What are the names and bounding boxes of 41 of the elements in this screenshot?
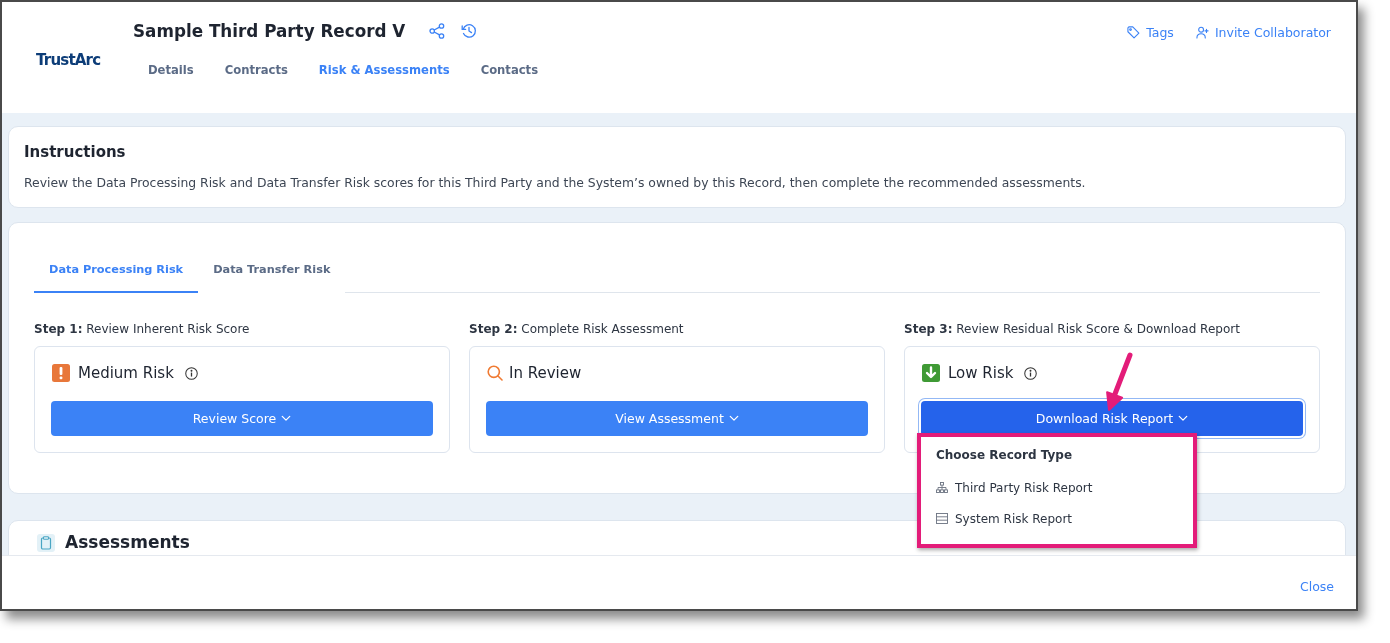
search-icon <box>487 365 503 381</box>
nav-tab[interactable]: Risk & Assessments <box>318 63 450 77</box>
dropdown-button[interactable]: Download Risk Report <box>921 401 1303 436</box>
nav-tab[interactable]: Details <box>148 63 194 77</box>
nav-tab[interactable]: Contracts <box>224 63 288 77</box>
menu-heading: Choose Record Type <box>936 447 1073 463</box>
step-heading: Step 1: Review Inherent Risk Score <box>34 321 251 337</box>
risk-tab[interactable]: Data Processing Risk <box>34 247 199 293</box>
menu-item[interactable]: System Risk Report <box>936 503 1073 534</box>
logo: TrustArc <box>36 51 101 69</box>
chevron-down-icon <box>728 415 739 422</box>
risk-tab[interactable]: Data Transfer Risk <box>198 247 346 293</box>
list-icon <box>936 513 948 524</box>
invite-collaborator-link[interactable]: Invite Collaborator <box>1195 23 1331 41</box>
tag-icon <box>1127 25 1141 39</box>
chevron-down-icon <box>1178 415 1189 422</box>
hierarchy-icon <box>936 482 948 493</box>
risk-status: Low Risk <box>948 364 1014 382</box>
nav-tab[interactable]: Contacts <box>480 63 539 77</box>
dropdown-button[interactable]: Review Score <box>51 401 433 436</box>
info-icon[interactable] <box>1024 366 1038 380</box>
add-user-icon <box>1195 25 1209 39</box>
share-icon[interactable] <box>429 23 446 39</box>
down-arrow-icon <box>922 364 940 382</box>
risk-status: In Review <box>509 364 582 382</box>
info-icon[interactable] <box>184 366 198 380</box>
step-heading: Step 2: Complete Risk Assessment <box>469 321 685 337</box>
close-link[interactable]: Close <box>1299 579 1334 594</box>
menu-item[interactable]: Third Party Risk Report <box>936 472 1093 503</box>
chevron-down-icon <box>281 415 292 422</box>
dropdown-button[interactable]: View Assessment <box>486 401 868 436</box>
clipboard-icon <box>37 534 55 552</box>
risk-status: Medium Risk <box>78 364 174 382</box>
instructions-text: Review the Data Processing Risk and Data Transfer Risk scores for this Third Party and the System’s owned by this Record, then complete the recommended assessments. <box>24 175 1087 191</box>
record-title: Sample Third Party Record V <box>133 21 406 41</box>
step-heading: Step 3: Review Residual Risk Score & Download Report <box>904 321 1241 337</box>
warning-icon <box>52 364 70 382</box>
assessments-title: Assessments <box>65 531 190 553</box>
tags-link[interactable]: Tags <box>1127 23 1174 41</box>
history-icon[interactable] <box>461 23 478 39</box>
instructions-title: Instructions <box>24 143 127 161</box>
